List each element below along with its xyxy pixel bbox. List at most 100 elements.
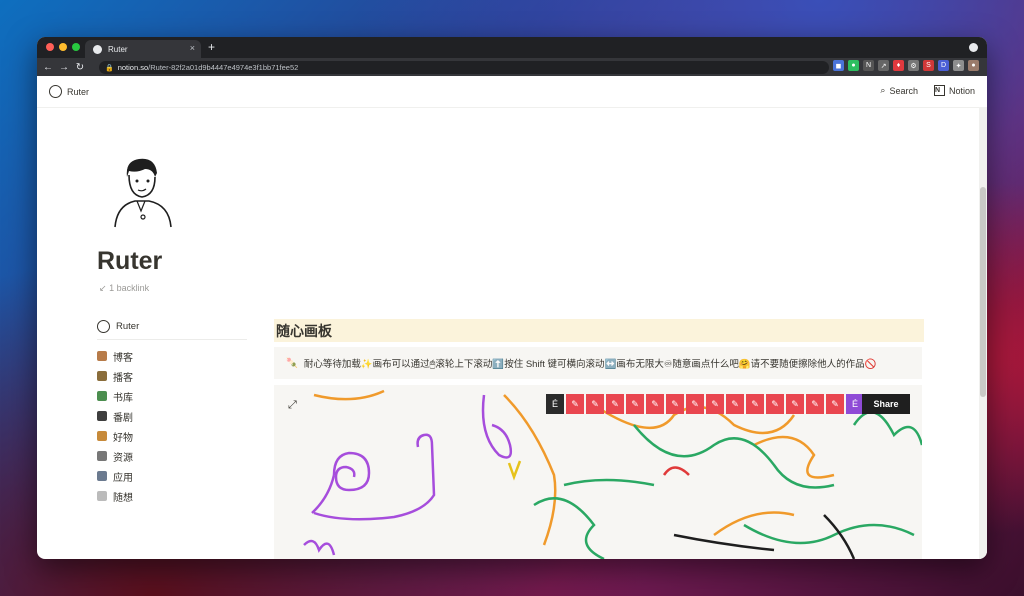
s-extension-icon[interactable]: S <box>923 60 934 71</box>
sidebar-list: 博客播客书库番剧好物资源应用随想 <box>97 346 247 506</box>
share-button[interactable]: Share <box>862 394 910 414</box>
sidebar-item-label: 博客 <box>113 352 133 364</box>
share-icon[interactable]: ↗ <box>878 60 889 71</box>
sidebar-item-1[interactable]: 播客 <box>97 366 247 386</box>
tool-2-icon[interactable]: ✎ <box>586 394 604 414</box>
sidebar-item-label: 播客 <box>113 372 133 384</box>
callout-emoji-icon: 🍡 <box>286 357 298 369</box>
pocket-icon[interactable]: ♦ <box>893 60 904 71</box>
notion-label: Notion <box>948 85 975 96</box>
sidebar-title: Ruter <box>116 321 140 332</box>
sidebar-item-icon <box>97 491 107 501</box>
lock-icon: 🔒 <box>105 64 114 72</box>
sidebar-item-4[interactable]: 好物 <box>97 426 247 446</box>
section-heading: 随心画板 <box>274 319 924 342</box>
settings-icon[interactable]: ⚙ <box>908 60 919 71</box>
tool-13-icon[interactable]: ✎ <box>806 394 824 414</box>
window-controls <box>46 43 80 51</box>
tool-9-icon[interactable]: ✎ <box>726 394 744 414</box>
tool-6-icon[interactable]: ✎ <box>666 394 684 414</box>
bookmark-icon[interactable]: ◼ <box>833 60 844 71</box>
tool-3-icon[interactable]: ✎ <box>606 394 624 414</box>
sidebar-item-label: 资源 <box>113 452 133 464</box>
evernote-icon[interactable]: ● <box>848 60 859 71</box>
browser-window: Ruter × + ← → ↻ 🔒 notion.so /Ruter-82f2a… <box>37 37 987 559</box>
forward-icon[interactable]: → <box>56 62 72 73</box>
page-content: Ruter ↙ 1 backlink Ruter 博客 播客 书库 番剧 好物 资源 应用随… <box>37 107 979 559</box>
search-icon: ⌕ <box>880 85 886 95</box>
back-icon[interactable]: ← <box>40 62 56 73</box>
page-title: Ruter <box>97 247 163 275</box>
tool-10-icon[interactable]: ✎ <box>746 394 764 414</box>
callout-block: 🍡 耐心等待加载✨画布可以通过🖱滚轮上下滚动⬆️按住 Shift 键可横向滚动↔… <box>274 347 922 379</box>
profile-icon[interactable]: ● <box>968 60 979 71</box>
tab-bar: Ruter × + <box>37 37 987 58</box>
notion-button[interactable]: N Notion <box>933 85 975 96</box>
sidebar-item-label: 书库 <box>113 392 133 404</box>
cursor-tool-icon[interactable]: É <box>546 394 564 414</box>
tab-close-icon[interactable]: × <box>190 43 195 53</box>
page-avatar-icon <box>49 85 62 98</box>
sidebar-item-7[interactable]: 随想 <box>97 486 247 506</box>
new-tab-button[interactable]: + <box>208 40 215 54</box>
tab-ruter[interactable]: Ruter × <box>85 40 201 58</box>
sidebar-item-6[interactable]: 应用 <box>97 466 247 486</box>
search-label: Search <box>889 85 918 96</box>
sidebar-item-icon <box>97 351 107 361</box>
sidebar-item-icon <box>97 411 107 421</box>
tool-14-icon[interactable]: ✎ <box>826 394 844 414</box>
tab-title: Ruter <box>108 44 128 54</box>
tool-5-icon[interactable]: ✎ <box>646 394 664 414</box>
notion-clipper-icon[interactable]: N <box>863 60 874 71</box>
tool-4-icon[interactable]: ✎ <box>626 394 644 414</box>
sidebar-nav: Ruter 博客播客书库番剧好物资源应用随想 <box>97 320 247 506</box>
callout-text: 耐心等待加载✨画布可以通过🖱滚轮上下滚动⬆️按住 Shift 键可横向滚动↔️画… <box>303 359 877 370</box>
extensions-bar: ◼ ● N ↗ ♦ ⚙ S D ✦ ● <box>833 60 979 71</box>
sidebar-head[interactable]: Ruter <box>97 320 247 340</box>
maximize-window-button[interactable] <box>72 43 80 51</box>
reload-icon[interactable]: ↻ <box>72 62 88 73</box>
sidebar-item-icon <box>97 371 107 381</box>
sidebar-item-3[interactable]: 番剧 <box>97 406 247 426</box>
page-avatar-icon <box>97 320 110 333</box>
scrollbar-thumb[interactable] <box>980 187 986 397</box>
minimize-window-button[interactable] <box>59 43 67 51</box>
sidebar-item-icon <box>97 391 107 401</box>
sidebar-item-label: 随想 <box>113 492 133 504</box>
sidebar-item-0[interactable]: 博客 <box>97 346 247 366</box>
close-window-button[interactable] <box>46 43 54 51</box>
topbar-actions: ⌕ Search N Notion <box>880 85 975 96</box>
tool-12-icon[interactable]: ✎ <box>786 394 804 414</box>
address-bar[interactable]: 🔒 notion.so /Ruter-82f2a01d9b4447e4974e3… <box>99 61 829 74</box>
sidebar-item-icon <box>97 451 107 461</box>
drawing-canvas[interactable]: ⤢ É ✎ ✎ ✎ ✎ ✎ ✎ ✎ ✎ ✎ ✎ ✎ ✎ ✎ ✎ É Share <box>274 385 922 559</box>
tool-7-icon[interactable]: ✎ <box>686 394 704 414</box>
d-extension-icon[interactable]: D <box>938 60 949 71</box>
sidebar-item-2[interactable]: 书库 <box>97 386 247 406</box>
navigation-bar: ← → ↻ 🔒 notion.so /Ruter-82f2a01d9b4447e… <box>37 58 987 76</box>
expand-icon[interactable]: ⤢ <box>288 399 302 413</box>
tool-1-icon[interactable]: ✎ <box>566 394 584 414</box>
sidebar-item-icon <box>97 431 107 441</box>
favicon-icon <box>93 44 102 54</box>
drawing-toolbar: É ✎ ✎ ✎ ✎ ✎ ✎ ✎ ✎ ✎ ✎ ✎ ✎ ✎ ✎ É <box>546 394 864 414</box>
sidebar-item-label: 应用 <box>113 472 133 484</box>
sidebar-item-icon <box>97 471 107 481</box>
tool-8-icon[interactable]: ✎ <box>706 394 724 414</box>
sidebar-item-5[interactable]: 资源 <box>97 446 247 466</box>
browser-profile-icon[interactable] <box>969 43 978 52</box>
puzzle-icon[interactable]: ✦ <box>953 60 964 71</box>
notion-logo-icon: N <box>933 85 945 96</box>
backlink-label: 1 backlink <box>109 283 150 293</box>
sidebar-item-label: 好物 <box>113 432 133 444</box>
url-path: /Ruter-82f2a01d9b4447e4974e3f1bb71fee52 <box>148 63 299 72</box>
breadcrumb-label: Ruter <box>67 86 90 97</box>
url-host: notion.so <box>117 63 149 72</box>
tool-11-icon[interactable]: ✎ <box>766 394 784 414</box>
search-button[interactable]: ⌕ Search <box>880 85 918 96</box>
backlink-arrow-icon: ↙ <box>99 283 107 293</box>
avatar <box>114 158 172 228</box>
page-scrollbar[interactable] <box>979 107 987 559</box>
backlink[interactable]: ↙ 1 backlink <box>99 283 149 294</box>
breadcrumb[interactable]: Ruter <box>49 85 89 98</box>
